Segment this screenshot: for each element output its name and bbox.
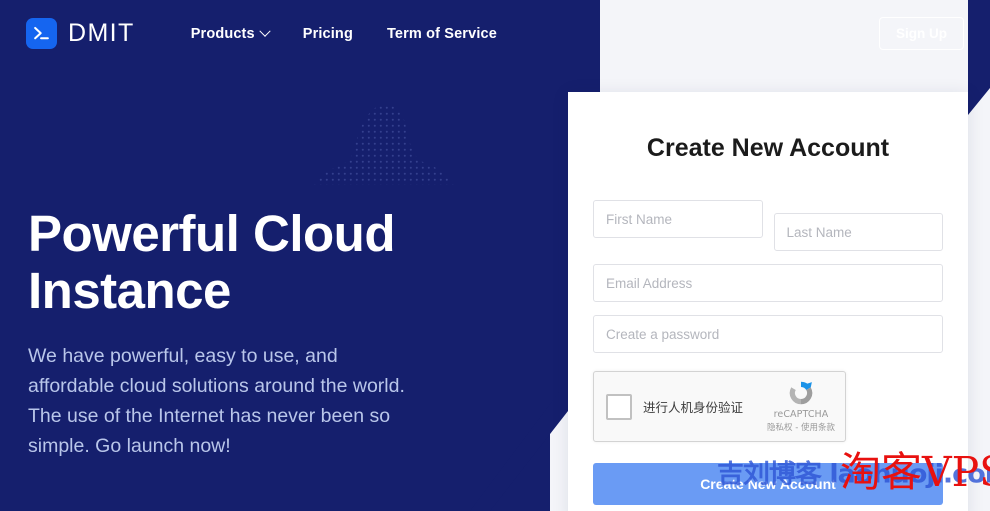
hero-title-line2: Instance bbox=[28, 262, 231, 319]
site-header: DMIT Products Pricing Term of Service Si… bbox=[0, 0, 990, 67]
hero-title: Powerful Cloud Instance bbox=[28, 205, 448, 319]
hero-title-line1: Powerful Cloud bbox=[28, 205, 395, 262]
nav-item-pricing[interactable]: Pricing bbox=[303, 26, 353, 42]
first-name-input[interactable] bbox=[593, 200, 763, 238]
signup-card-title: Create New Account bbox=[593, 92, 943, 163]
recaptcha-label: 进行人机身份验证 bbox=[643, 397, 743, 416]
hero-section: Powerful Cloud Instance We have powerful… bbox=[28, 205, 448, 461]
dotted-hill-decoration bbox=[313, 100, 456, 185]
recaptcha-brand-text: reCAPTCHA bbox=[764, 409, 838, 420]
signup-card: Create New Account 进行人机身份验证 bbox=[568, 92, 968, 511]
page-root: DMIT Products Pricing Term of Service Si… bbox=[0, 0, 990, 511]
brand-name: DMIT bbox=[68, 19, 135, 48]
main-navigation: Products Pricing Term of Service bbox=[191, 26, 497, 42]
recaptcha-widget[interactable]: 进行人机身份验证 reCAPTCHA 隐私权 - 使用条款 bbox=[593, 371, 846, 442]
recaptcha-terms-text[interactable]: 隐私权 - 使用条款 bbox=[764, 421, 838, 433]
recaptcha-icon bbox=[786, 378, 816, 408]
email-input[interactable] bbox=[593, 264, 943, 302]
recaptcha-checkbox[interactable] bbox=[606, 394, 632, 420]
create-account-submit-button[interactable]: Create New Account bbox=[593, 463, 943, 505]
signup-button[interactable]: Sign Up bbox=[879, 17, 964, 50]
nav-item-tos-label: Term of Service bbox=[387, 26, 497, 42]
nav-item-products-label: Products bbox=[191, 26, 255, 42]
chevron-down-icon bbox=[259, 25, 270, 36]
nav-item-pricing-label: Pricing bbox=[303, 26, 353, 42]
brand-logo[interactable]: DMIT bbox=[26, 18, 135, 49]
terminal-prompt-icon bbox=[26, 18, 57, 49]
nav-item-term-of-service[interactable]: Term of Service bbox=[387, 26, 497, 42]
signup-form: 进行人机身份验证 reCAPTCHA 隐私权 - 使用条款 Create New… bbox=[593, 200, 943, 505]
last-name-input[interactable] bbox=[774, 213, 944, 251]
password-input[interactable] bbox=[593, 315, 943, 353]
name-row bbox=[593, 200, 943, 251]
recaptcha-branding: reCAPTCHA 隐私权 - 使用条款 bbox=[764, 378, 838, 433]
hero-subtitle: We have powerful, easy to use, and affor… bbox=[28, 341, 413, 461]
nav-item-products[interactable]: Products bbox=[191, 26, 269, 42]
